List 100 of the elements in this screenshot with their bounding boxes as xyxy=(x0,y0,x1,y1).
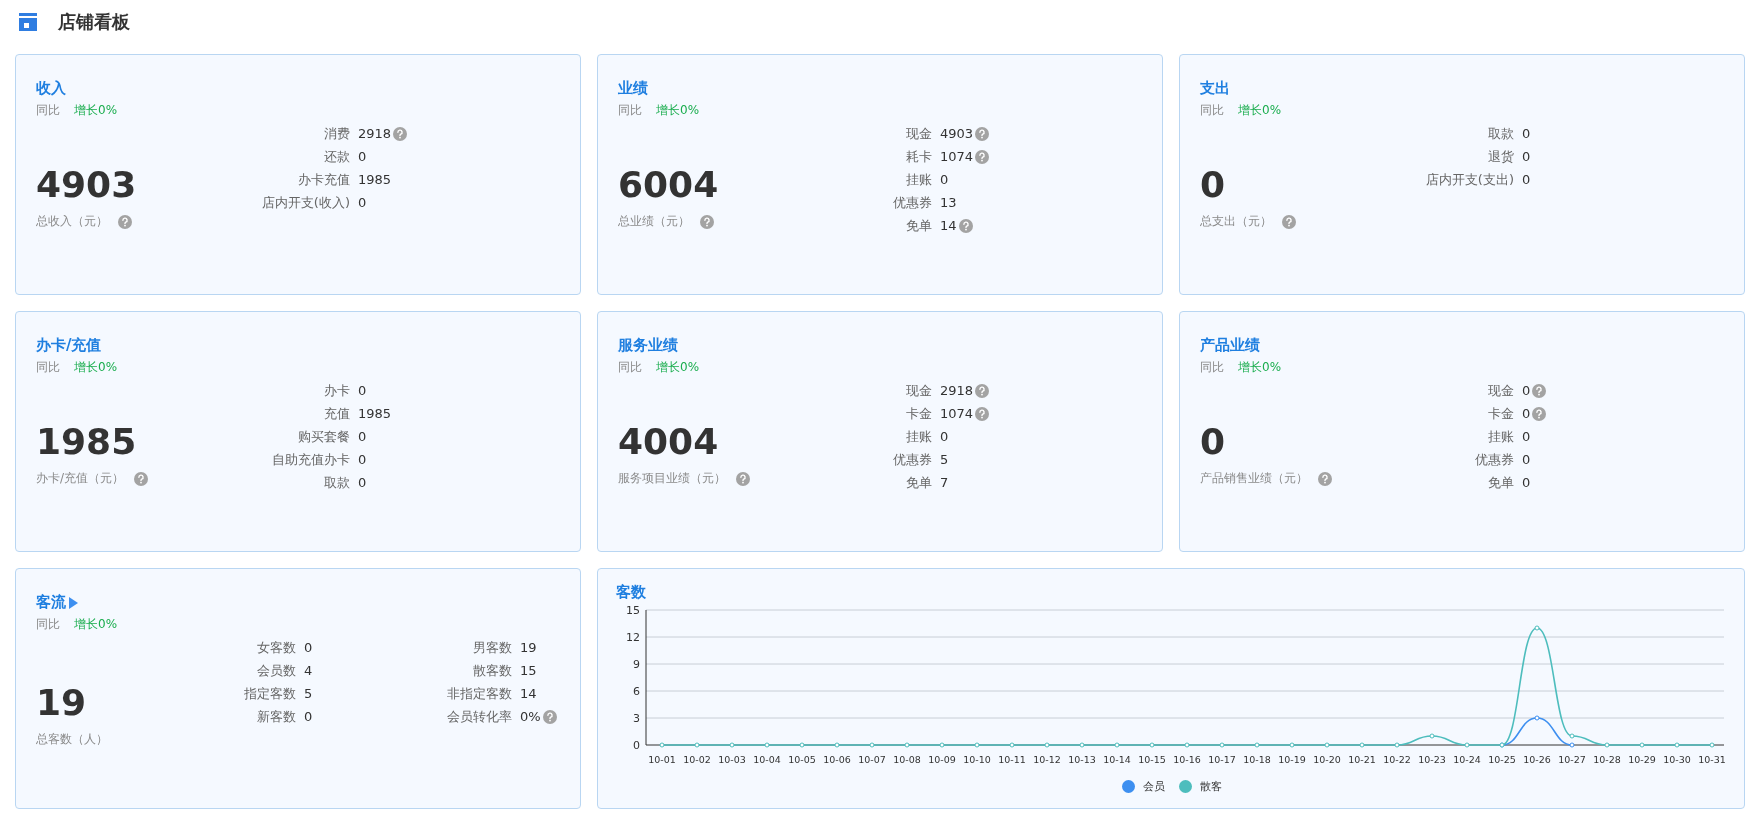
x-tick-label: 10-01 xyxy=(648,754,676,765)
data-point xyxy=(1289,742,1295,748)
card-title: 收入 xyxy=(36,79,66,98)
total-label: 服务项目业绩（元） xyxy=(618,470,726,487)
metric-label: 男客数 xyxy=(472,639,512,656)
x-tick-label: 10-05 xyxy=(788,754,816,765)
card-title: 办卡/充值 xyxy=(36,336,102,355)
help-icon[interactable] xyxy=(700,214,714,229)
help-icon[interactable] xyxy=(1282,214,1296,229)
help-icon[interactable] xyxy=(118,214,132,229)
metric-value: 0 xyxy=(1522,125,1531,142)
data-point xyxy=(1114,742,1120,748)
x-tick-label: 10-30 xyxy=(1663,754,1691,765)
data-point xyxy=(729,742,735,748)
legend-label[interactable]: 散客 xyxy=(1200,779,1222,794)
x-tick-label: 10-26 xyxy=(1523,754,1551,765)
data-point xyxy=(1534,715,1540,721)
total-value: 0 xyxy=(1200,420,1227,464)
x-tick-label: 10-27 xyxy=(1558,754,1586,765)
data-point xyxy=(1569,742,1575,748)
metric-value: 0 xyxy=(358,148,367,165)
metric-value: 0 xyxy=(358,428,367,445)
total-value: 1985 xyxy=(36,420,138,464)
metric-value: 0 xyxy=(1522,428,1531,445)
legend-label[interactable]: 会员 xyxy=(1143,779,1165,794)
metric-value: 0 xyxy=(940,171,949,188)
total-label: 产品销售业绩（元） xyxy=(1200,470,1308,487)
data-point xyxy=(1009,742,1015,748)
metric-label: 现金 xyxy=(905,382,932,399)
total-value: 0 xyxy=(1200,163,1227,207)
metric-label: 会员转化率 xyxy=(446,708,512,725)
metric-label: 非指定客数 xyxy=(446,685,512,702)
x-tick-label: 10-22 xyxy=(1383,754,1411,765)
x-tick-label: 10-17 xyxy=(1208,754,1236,765)
data-point xyxy=(1709,742,1715,748)
compare-label: 同比 xyxy=(36,359,60,376)
metric-value: 19 xyxy=(520,639,537,656)
page-title: 店铺看板 xyxy=(58,10,130,34)
metric-value: 4903 xyxy=(940,125,974,142)
x-tick-label: 10-09 xyxy=(928,754,956,765)
help-icon[interactable] xyxy=(975,406,990,421)
x-tick-label: 10-28 xyxy=(1593,754,1621,765)
metric-label: 充值 xyxy=(323,405,350,422)
y-tick-label: 6 xyxy=(633,685,640,698)
help-icon[interactable] xyxy=(736,471,750,486)
help-icon[interactable] xyxy=(1318,471,1332,486)
data-point xyxy=(1359,742,1365,748)
metric-label: 女客数 xyxy=(256,639,296,656)
metric-label: 优惠券 xyxy=(1474,451,1514,468)
x-tick-label: 10-03 xyxy=(718,754,746,765)
x-tick-label: 10-06 xyxy=(823,754,851,765)
total-label: 总客数（人） xyxy=(36,731,108,748)
metric-label: 挂账 xyxy=(1487,428,1514,445)
total-label: 总业绩（元） xyxy=(618,213,690,230)
data-point xyxy=(659,742,665,748)
metric-value: 15 xyxy=(520,662,537,679)
metric-label: 新客数 xyxy=(256,708,296,725)
y-tick-label: 15 xyxy=(626,604,640,617)
help-icon[interactable] xyxy=(958,218,973,233)
help-icon[interactable] xyxy=(542,709,557,724)
help-icon[interactable] xyxy=(975,383,990,398)
x-tick-label: 10-25 xyxy=(1488,754,1516,765)
data-point xyxy=(1044,742,1050,748)
metric-label: 指定客数 xyxy=(243,685,296,702)
growth-value: 增长0% xyxy=(656,102,700,119)
y-tick-label: 9 xyxy=(633,658,640,671)
x-tick-label: 10-29 xyxy=(1628,754,1656,765)
data-point xyxy=(939,742,945,748)
x-tick-label: 10-31 xyxy=(1698,754,1726,765)
data-point xyxy=(974,742,980,748)
x-tick-label: 10-21 xyxy=(1348,754,1376,765)
help-icon[interactable] xyxy=(393,126,408,141)
help-icon[interactable] xyxy=(134,471,149,486)
metric-value: 0 xyxy=(358,382,367,399)
help-icon[interactable] xyxy=(1532,406,1547,421)
metric-value: 14 xyxy=(520,685,537,702)
metric-label: 办卡 xyxy=(323,382,350,399)
data-point xyxy=(764,742,770,748)
compare-label: 同比 xyxy=(36,616,60,633)
metric-value: 2918 xyxy=(940,382,974,399)
total-value: 19 xyxy=(36,681,88,725)
metric-value: 1985 xyxy=(358,171,392,188)
metric-value: 0 xyxy=(1522,171,1531,188)
data-point xyxy=(1254,742,1260,748)
metric-value: 0 xyxy=(940,428,949,445)
x-tick-label: 10-12 xyxy=(1033,754,1061,765)
x-tick-label: 10-04 xyxy=(753,754,781,765)
metric-label: 卡金 xyxy=(1487,405,1514,422)
help-icon[interactable] xyxy=(975,149,990,164)
triangle-icon[interactable] xyxy=(68,595,79,610)
help-icon[interactable] xyxy=(1532,383,1547,398)
data-point xyxy=(1149,742,1155,748)
metric-value: 13 xyxy=(940,194,957,211)
x-tick-label: 10-13 xyxy=(1068,754,1096,765)
store-icon xyxy=(18,12,38,32)
data-point xyxy=(1394,742,1400,748)
metric-value: 0 xyxy=(1522,405,1531,422)
total-label: 办卡/充值（元） xyxy=(36,470,125,487)
growth-value: 增长0% xyxy=(74,102,118,119)
help-icon[interactable] xyxy=(975,126,990,141)
